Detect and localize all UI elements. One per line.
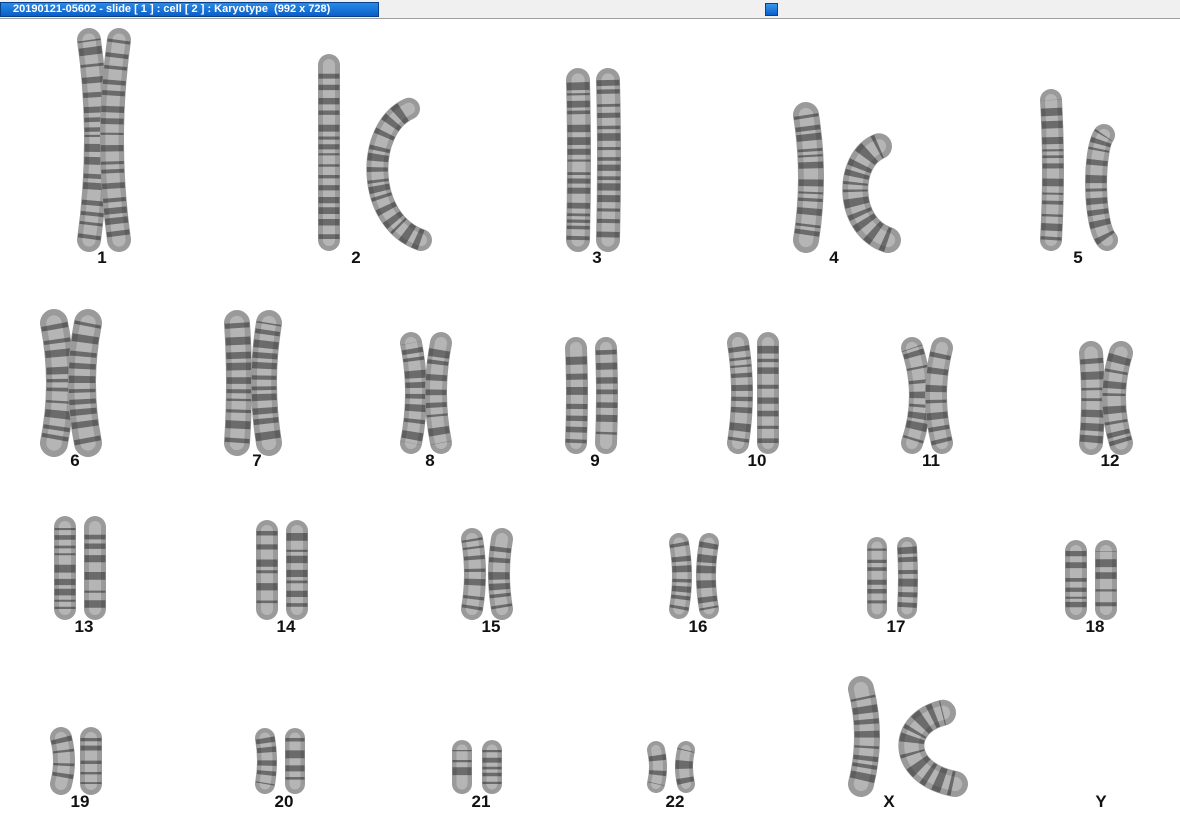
chromosome-X-b[interactable] xyxy=(898,699,968,797)
window-title-tab[interactable]: 20190121-05602 - slide [ 1 ] : cell [ 2 … xyxy=(0,2,379,17)
chromosome-pair-label-X: X xyxy=(883,792,895,811)
karyogram-panel: 1 2 3 4 5 6 7 8 9 10 11 12 13 14 15 16 17 18 19 20 21 22 X Y xyxy=(0,20,1180,837)
window-title-bar: 20190121-05602 - slide [ 1 ] : cell [ 2 … xyxy=(0,0,1180,19)
chromosome-pair-label-Y: Y xyxy=(1095,792,1107,811)
scrollbar-thumb[interactable] xyxy=(765,3,778,16)
chromosome-X-a[interactable] xyxy=(848,676,880,797)
chromosome-pair-X-image xyxy=(848,676,968,797)
